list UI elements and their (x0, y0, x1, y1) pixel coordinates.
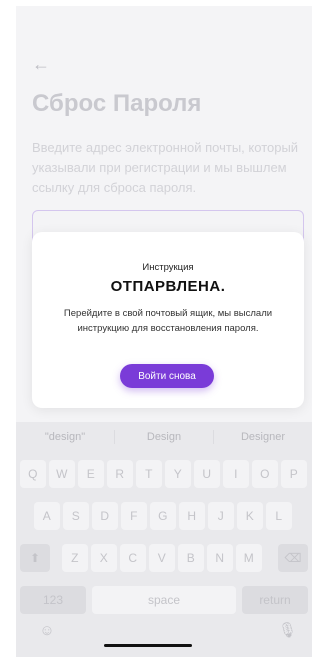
shift-icon[interactable]: ⬆ (20, 544, 50, 572)
back-arrow-icon[interactable]: ← (32, 55, 50, 73)
emoji-icon[interactable]: ☺ (38, 622, 56, 640)
modal-text: Перейдите в свой почтовый ящик, мы высла… (63, 308, 273, 334)
suggestion-item[interactable]: Designer (214, 430, 312, 444)
key-l[interactable]: L (266, 502, 292, 530)
numbers-key[interactable]: 123 (20, 586, 86, 614)
key-r[interactable]: R (107, 460, 133, 488)
key-e[interactable]: E (78, 460, 104, 488)
key-z[interactable]: Z (62, 544, 88, 572)
microphone-icon[interactable]: 🎙 (278, 622, 297, 640)
space-key[interactable]: space (92, 586, 236, 614)
key-f[interactable]: F (121, 502, 147, 530)
page-description: Введите адрес электронной почты, который… (32, 140, 299, 195)
key-p[interactable]: P (281, 460, 307, 488)
key-m[interactable]: M (236, 544, 262, 572)
suggestion-item[interactable]: Design (115, 430, 214, 444)
keyboard: "design" Design Designer QWERTYUIOP ASDF… (16, 422, 312, 657)
key-j[interactable]: J (208, 502, 234, 530)
key-g[interactable]: G (150, 502, 176, 530)
home-indicator (104, 644, 192, 647)
key-o[interactable]: O (252, 460, 278, 488)
key-h[interactable]: H (179, 502, 205, 530)
page-title: Сброс Пароля (32, 90, 202, 117)
key-u[interactable]: U (194, 460, 220, 488)
suggestion-item[interactable]: "design" (16, 430, 115, 444)
login-again-button[interactable]: Войти снова (120, 364, 214, 388)
backspace-icon[interactable]: ⌫ (278, 544, 308, 572)
keyboard-row-2: ASDFGHJKL (16, 502, 312, 530)
modal-label: Инструкция (142, 262, 194, 273)
key-b[interactable]: B (178, 544, 204, 572)
key-y[interactable]: Y (165, 460, 191, 488)
key-n[interactable]: N (207, 544, 233, 572)
keyboard-row-4: 123 space return (16, 586, 312, 614)
key-t[interactable]: T (136, 460, 162, 488)
key-q[interactable]: Q (20, 460, 46, 488)
key-i[interactable]: I (223, 460, 249, 488)
key-v[interactable]: V (149, 544, 175, 572)
app-screen: ← Сброс Пароля Введите адрес электронной… (16, 6, 312, 657)
keyboard-row-1: QWERTYUIOP (16, 460, 312, 488)
suggestion-bar: "design" Design Designer (16, 422, 312, 452)
return-key[interactable]: return (242, 586, 308, 614)
key-w[interactable]: W (49, 460, 75, 488)
key-c[interactable]: C (120, 544, 146, 572)
success-modal: Инструкция ОТПАРВЛЕНА. Перейдите в свой … (32, 232, 304, 408)
key-d[interactable]: D (92, 502, 118, 530)
key-k[interactable]: K (237, 502, 263, 530)
key-x[interactable]: X (91, 544, 117, 572)
key-s[interactable]: S (63, 502, 89, 530)
keyboard-row-3: ⬆ ⌫ ZXCVBNM (16, 544, 312, 572)
key-a[interactable]: A (34, 502, 60, 530)
modal-title: ОТПАРВЛЕНА. (110, 278, 226, 295)
